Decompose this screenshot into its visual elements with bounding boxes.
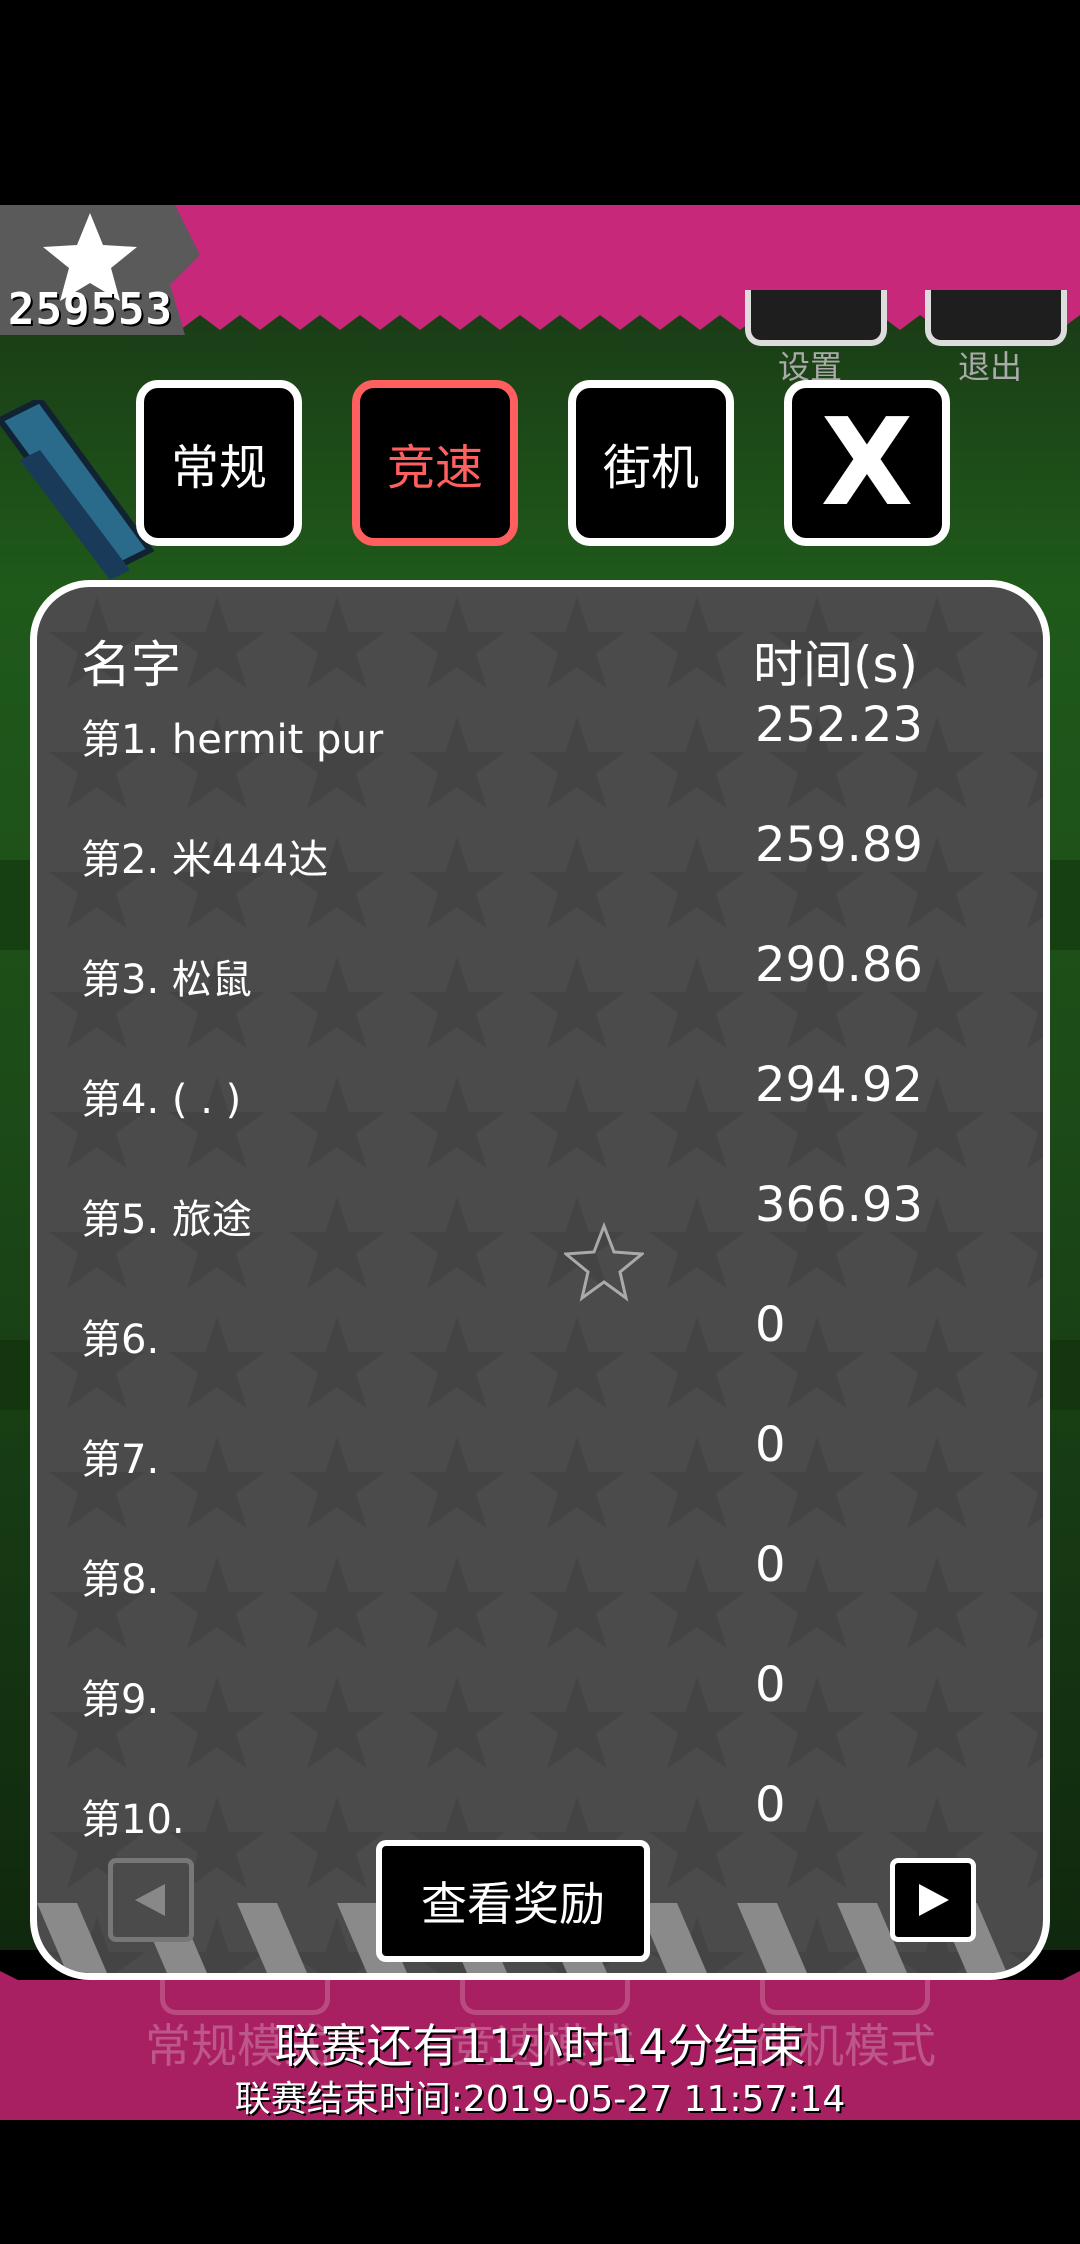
tab-normal-label: 常规: [170, 440, 267, 496]
name-column-header: 名字: [81, 636, 181, 694]
close-button[interactable]: X: [784, 380, 950, 546]
rank-row-9-time: 0: [755, 1657, 786, 1713]
rank-row-8-time: 0: [755, 1537, 786, 1593]
rank-row-7-time: 0: [755, 1417, 786, 1473]
tab-speedrun-label: 竞速: [386, 440, 483, 496]
settings-button[interactable]: [745, 290, 887, 346]
tab-normal[interactable]: 常规: [136, 380, 302, 546]
view-rewards-button[interactable]: 查看奖励: [376, 1840, 650, 1962]
next-page-button[interactable]: [890, 1858, 976, 1942]
view-rewards-label: 查看奖励: [421, 1877, 605, 1931]
prev-page-button[interactable]: [108, 1858, 194, 1942]
rank-row-3-name: 第3. 松鼠: [81, 957, 252, 1003]
tab-speedrun[interactable]: 竞速: [352, 380, 518, 546]
rank-row-2-name: 第2. 米444达: [81, 837, 329, 883]
rank-row-6-name: 第6.: [81, 1317, 160, 1363]
rank-row-3-time: 290.86: [755, 937, 923, 993]
league-countdown: 联赛还有11小时14分结束: [274, 2019, 806, 2073]
exit-button[interactable]: [925, 290, 1067, 346]
rank-row-4-name: 第4. ( . ): [81, 1077, 242, 1123]
left-triangle-icon: [135, 1884, 165, 1916]
star-pattern-background: [37, 587, 1043, 1973]
rank-row-6-time: 0: [755, 1297, 786, 1353]
rank-row-4-time: 294.92: [755, 1057, 923, 1113]
tab-arcade[interactable]: 街机: [568, 380, 734, 546]
time-column-header: 时间(s): [753, 636, 919, 694]
rank-row-10-time: 0: [755, 1777, 786, 1833]
rank-row-5-name: 第5. 旅途: [81, 1197, 252, 1243]
league-end-time: 联赛结束时间:2019-05-27 11:57:14: [234, 2079, 846, 2120]
floating-star-icon: [564, 1222, 644, 1302]
leaderboard-panel: 名字 时间(s) 第1. hermit pur 252.23 第2. 米444达…: [30, 580, 1050, 1980]
game-screen: 259553 设置 退出 常规 竞速 街机 X 名字 时间(s) 第1. her…: [0, 0, 1080, 2244]
tab-arcade-label: 街机: [602, 440, 699, 496]
star-score: 259553: [8, 284, 173, 335]
rank-row-9-name: 第9.: [81, 1677, 160, 1723]
rank-row-5-time: 366.93: [755, 1177, 923, 1233]
right-triangle-icon: [919, 1884, 949, 1916]
rank-row-7-name: 第7.: [81, 1437, 160, 1483]
rank-row-1-time: 252.23: [755, 697, 923, 753]
exit-label: 退出: [957, 348, 1022, 386]
rank-row-2-time: 259.89: [755, 817, 923, 873]
close-icon: X: [820, 393, 914, 533]
rank-row-1-name: 第1. hermit pur: [81, 717, 384, 763]
rank-row-10-name: 第10.: [81, 1797, 185, 1843]
rank-row-8-name: 第8.: [81, 1557, 160, 1603]
